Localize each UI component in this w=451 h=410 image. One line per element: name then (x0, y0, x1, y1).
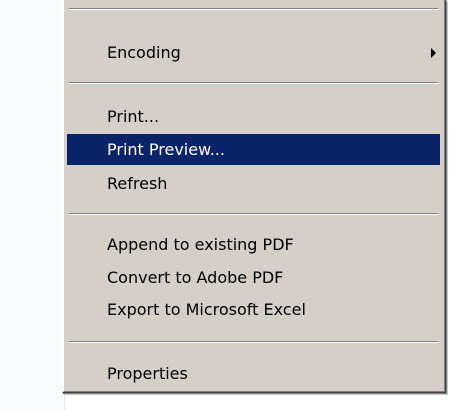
menu-item-label: Encoding (107, 43, 181, 62)
menu-item-label: Print... (107, 107, 160, 126)
menu-item-label: Convert to Adobe PDF (107, 268, 284, 287)
menu-item-label: Properties (107, 364, 188, 383)
menu-separator (69, 82, 438, 84)
menu-item-print-preview[interactable]: Print Preview... (67, 134, 440, 165)
menu-item-export-to-microsoft-excel[interactable]: Export to Microsoft Excel (67, 294, 440, 325)
menu-item-label: Export to Microsoft Excel (107, 300, 306, 319)
background-window (0, 0, 65, 410)
menu-separator (69, 213, 438, 215)
menu-item-label: Refresh (107, 174, 168, 193)
menu-separator (69, 8, 438, 10)
menu-item-print[interactable]: Print... (67, 101, 440, 132)
menu-item-properties[interactable]: Properties (67, 358, 440, 389)
menu-item-label: Append to existing PDF (107, 235, 294, 254)
menu-item-label: Print Preview... (107, 140, 225, 159)
screenshot-canvas: Encoding Print... Print Preview... Refre… (0, 0, 451, 410)
context-menu-body: Encoding Print... Print Preview... Refre… (63, 0, 445, 392)
menu-item-refresh[interactable]: Refresh (67, 168, 440, 199)
submenu-arrow-icon (431, 48, 436, 58)
menu-separator (69, 341, 438, 343)
menu-item-append-to-existing-pdf[interactable]: Append to existing PDF (67, 229, 440, 260)
menu-item-convert-to-adobe-pdf[interactable]: Convert to Adobe PDF (67, 262, 440, 293)
context-menu: Encoding Print... Print Preview... Refre… (62, 0, 446, 393)
menu-item-encoding[interactable]: Encoding (67, 37, 440, 68)
